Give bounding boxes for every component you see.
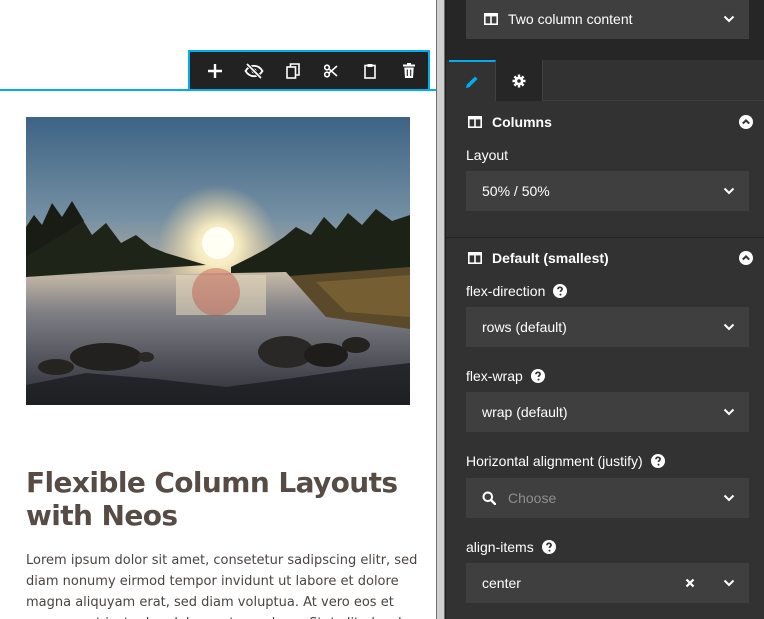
columns-icon	[468, 116, 482, 128]
flex-wrap-label-text: flex-wrap	[466, 368, 523, 384]
align-items-select[interactable]: center	[466, 563, 749, 603]
align-items-label: align-items	[466, 539, 556, 555]
layout-label-text: Layout	[466, 147, 509, 163]
chevron-up-circle-icon[interactable]	[739, 251, 753, 265]
justify-select-placeholder: Choose	[508, 490, 557, 506]
help-icon[interactable]	[541, 540, 556, 554]
flex-wrap-select-value: wrap (default)	[482, 404, 568, 420]
help-icon[interactable]	[650, 454, 665, 468]
plus-icon	[208, 63, 223, 78]
chevron-down-icon	[723, 408, 735, 416]
copy-button[interactable]	[273, 52, 312, 89]
justify-label-text: Horizontal alignment (justify)	[466, 453, 643, 469]
chevron-up-circle-icon[interactable]	[739, 115, 753, 129]
sunset-river-photo	[26, 117, 410, 405]
node-type-label: Two column content	[508, 11, 633, 27]
node-type-select[interactable]: Two column content	[466, 0, 749, 39]
chevron-down-icon	[723, 323, 735, 331]
chevron-down-icon	[723, 15, 735, 23]
node-toolbar	[188, 50, 430, 91]
hide-button[interactable]	[235, 52, 274, 89]
flex-direction-select-value: rows (default)	[482, 319, 567, 335]
columns-icon	[468, 252, 482, 264]
content-paragraph[interactable]: Lorem ipsum dolor sit amet, consetetur s…	[26, 550, 426, 619]
layout-select-value: 50% / 50%	[482, 183, 550, 199]
chevron-down-icon	[723, 494, 735, 502]
delete-button[interactable]	[389, 52, 428, 89]
group-default-header[interactable]: Default (smallest)	[446, 239, 764, 277]
tab-settings[interactable]	[496, 60, 543, 101]
inspector-tabs	[449, 60, 543, 101]
flex-wrap-label: flex-wrap	[466, 368, 545, 384]
help-icon[interactable]	[553, 284, 568, 298]
tab-divider	[542, 100, 764, 101]
flex-wrap-select[interactable]: wrap (default)	[466, 392, 749, 432]
content-canvas: Flexible Column Layouts with Neos Lorem …	[0, 0, 436, 619]
canvas-scrollbar-thumb[interactable]	[437, 0, 444, 619]
cut-button[interactable]	[312, 52, 351, 89]
layout-select[interactable]: 50% / 50%	[466, 171, 749, 211]
clipboard-icon	[364, 63, 376, 79]
flex-direction-label-text: flex-direction	[466, 283, 546, 299]
paste-button[interactable]	[351, 52, 390, 89]
scissors-icon	[324, 63, 338, 78]
layout-label: Layout	[466, 147, 508, 163]
copy-icon	[285, 62, 300, 79]
add-button[interactable]	[196, 52, 235, 89]
justify-select[interactable]: Choose	[466, 478, 749, 518]
group-divider	[446, 237, 764, 238]
group-columns-title: Columns	[492, 114, 552, 130]
group-columns-header[interactable]: Columns	[446, 103, 764, 141]
close-icon[interactable]	[685, 578, 695, 588]
group-default-title: Default (smallest)	[492, 250, 609, 266]
search-icon	[482, 491, 496, 505]
align-items-select-value: center	[482, 575, 521, 591]
trash-icon	[402, 63, 415, 78]
pencil-icon	[466, 76, 478, 88]
eye-slash-icon	[244, 62, 264, 79]
content-headline[interactable]: Flexible Column Layouts with Neos	[26, 466, 418, 532]
columns-icon	[484, 13, 498, 25]
chevron-down-icon	[723, 187, 735, 195]
tab-properties[interactable]	[449, 60, 496, 101]
inspector-panel: Two column content Columns Layout 50% / …	[445, 0, 764, 619]
flex-direction-label: flex-direction	[466, 283, 568, 299]
chevron-down-icon	[723, 579, 735, 587]
content-image[interactable]	[26, 117, 410, 405]
gear-icon	[512, 74, 526, 87]
align-items-label-text: align-items	[466, 539, 534, 555]
flex-direction-select[interactable]: rows (default)	[466, 307, 749, 347]
inspector-header: Two column content	[446, 0, 764, 60]
justify-label: Horizontal alignment (justify)	[466, 453, 665, 469]
help-icon[interactable]	[530, 369, 545, 383]
